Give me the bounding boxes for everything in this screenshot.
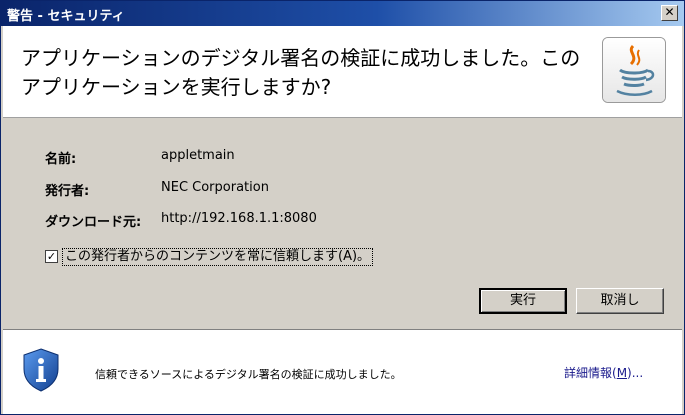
source-value: http://192.168.1.1:8080 <box>161 211 317 226</box>
name-value: appletmain <box>161 148 235 163</box>
window-title: 警告 - セキュリティ <box>7 9 125 24</box>
cancel-button[interactable]: 取消し <box>576 288 664 314</box>
dialog-footer: 信頼できるソースによるデジタル署名の検証に成功しました。 詳細情報(M)... <box>3 331 682 414</box>
info-shield-icon <box>22 348 60 395</box>
close-icon: ✕ <box>664 5 675 19</box>
dialog-header: アプリケーションのデジタル署名の検証に成功しました。このアプリケーションを実行し… <box>3 26 682 118</box>
publisher-label: 発行者: <box>45 184 90 199</box>
title-bar[interactable]: 警告 - セキュリティ ✕ <box>1 1 684 26</box>
name-label: 名前: <box>45 152 77 167</box>
footer-message: 信頼できるソースによるデジタル署名の検証に成功しました。 <box>95 368 402 381</box>
always-trust-checkbox[interactable]: ✓ <box>45 250 58 263</box>
publisher-value: NEC Corporation <box>161 180 269 195</box>
run-button[interactable]: 実行 <box>479 288 567 314</box>
security-warning-dialog: 警告 - セキュリティ ✕ アプリケーションのデジタル署名の検証に成功しました。… <box>0 0 685 415</box>
java-icon <box>602 37 666 103</box>
always-trust-label[interactable]: この発行者からのコンテンツを常に信頼します(A)。 <box>62 248 374 266</box>
more-info-prefix: 詳細情報( <box>564 366 617 380</box>
more-info-link[interactable]: 詳細情報(M)... <box>564 364 643 381</box>
header-message: アプリケーションのデジタル署名の検証に成功しました。このアプリケーションを実行し… <box>21 46 581 99</box>
close-button[interactable]: ✕ <box>661 5 678 21</box>
more-info-accel: M <box>616 366 628 380</box>
more-info-suffix: )... <box>627 366 644 380</box>
source-label: ダウンロード元: <box>45 215 142 230</box>
